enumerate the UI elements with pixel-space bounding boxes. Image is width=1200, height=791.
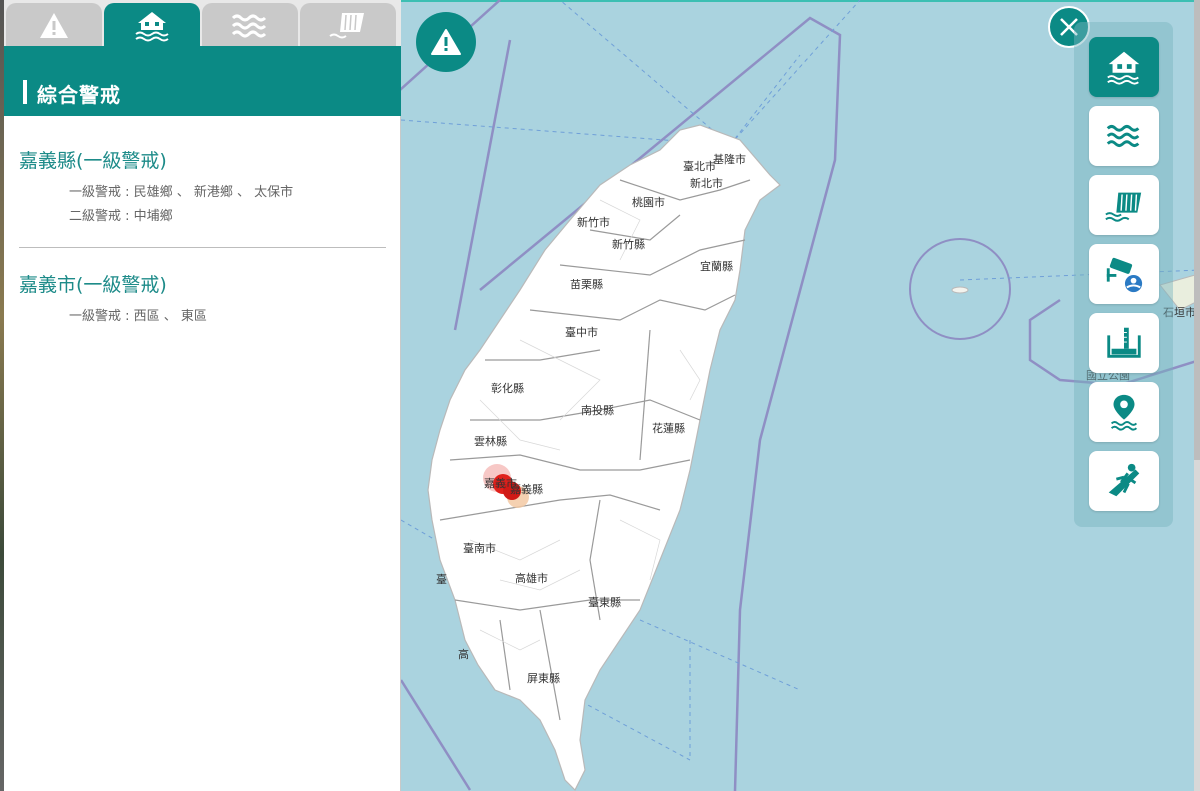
reservoir-tool[interactable]	[1089, 175, 1159, 235]
county-label: 新竹市	[577, 215, 610, 229]
county-label: 臺南市	[463, 541, 496, 555]
county-label: 高雄市	[515, 571, 548, 585]
location-water-tool[interactable]	[1089, 382, 1159, 442]
county-label: 臺北市	[683, 159, 716, 173]
warning-icon	[431, 29, 461, 55]
alert-item[interactable]: 嘉義市(一級警戒) 一級警戒 : 西區 、 東區	[19, 247, 386, 347]
reservoir-tab[interactable]	[300, 3, 396, 46]
county-label: 苗栗縣	[570, 278, 603, 291]
water-waves-icon	[231, 14, 267, 37]
water-waves-tool[interactable]	[1089, 106, 1159, 166]
county-label: 臺東縣	[588, 595, 621, 609]
boundary-line	[401, 679, 472, 791]
cctv-camera-icon	[1106, 257, 1143, 293]
scrollbar-thumb[interactable]	[1194, 0, 1200, 460]
layer-toolbar	[1074, 22, 1173, 527]
water-level-tab[interactable]	[202, 3, 298, 46]
county-label: 臺	[436, 572, 447, 586]
reservoir-dam-icon	[329, 12, 364, 38]
alert-title[interactable]: 嘉義市(一級警戒)	[19, 270, 386, 297]
warning-icon	[40, 12, 68, 38]
county-label: 雲林縣	[474, 434, 507, 448]
panel-header: 綜合警戒	[4, 46, 401, 116]
county-label: 屏東縣	[527, 672, 560, 685]
water-gauge-tool[interactable]	[1089, 313, 1159, 373]
location-water-icon	[1110, 394, 1138, 431]
alert-level-line: 一級警戒 : 西區 、 東區	[69, 309, 207, 324]
county-label: 彰化縣	[491, 381, 524, 395]
warning-toggle-button[interactable]	[416, 12, 476, 72]
county-label: 基隆市	[713, 152, 746, 166]
flood-house-icon	[1107, 51, 1140, 85]
flood-house-tool[interactable]	[1089, 37, 1159, 97]
county-label: 宜蘭縣	[700, 259, 733, 273]
county-label: 高	[458, 647, 469, 661]
county-label: 南投縣	[581, 403, 614, 417]
water-waves-icon	[1106, 125, 1140, 147]
panel-title: 綜合警戒	[37, 83, 121, 107]
alert-panel: 綜合警戒 嘉義縣(一級警戒) 一級警戒 : 民雄鄉 、 新港鄉 、 太保市 二級…	[0, 0, 401, 791]
warning-tab[interactable]	[6, 3, 102, 46]
reservoir-dam-icon	[1105, 192, 1142, 222]
alert-level-line: 二級警戒 : 中埔鄉	[69, 209, 173, 224]
alert-item[interactable]: 嘉義縣(一級警戒) 一級警戒 : 民雄鄉 、 新港鄉 、 太保市 二級警戒 : …	[19, 116, 386, 247]
county-label: 花蓮縣	[652, 421, 685, 435]
page-scrollbar[interactable]	[1194, 0, 1200, 791]
evacuation-run-icon	[1108, 463, 1140, 497]
county-label: 臺中市	[565, 325, 598, 339]
county-label: 新竹縣	[612, 237, 645, 251]
alert-level-line: 一級警戒 : 民雄鄉 、 新港鄉 、 太保市	[69, 185, 294, 200]
panel-tabs	[4, 0, 401, 46]
evacuation-tool[interactable]	[1089, 451, 1159, 511]
flood-house-icon	[135, 11, 169, 41]
water-gauge-icon	[1107, 327, 1141, 358]
county-label: 新北市	[690, 176, 723, 190]
alert-title[interactable]: 嘉義縣(一級警戒)	[19, 146, 386, 173]
flood-house-tab[interactable]	[104, 3, 200, 46]
county-label: 桃園市	[632, 195, 665, 209]
island-shape	[951, 286, 969, 294]
county-label: 嘉義縣	[510, 482, 543, 496]
alert-list: 嘉義縣(一級警戒) 一級警戒 : 民雄鄉 、 新港鄉 、 太保市 二級警戒 : …	[4, 116, 401, 347]
header-accent-bar	[23, 80, 27, 104]
cctv-tool[interactable]	[1089, 244, 1159, 304]
